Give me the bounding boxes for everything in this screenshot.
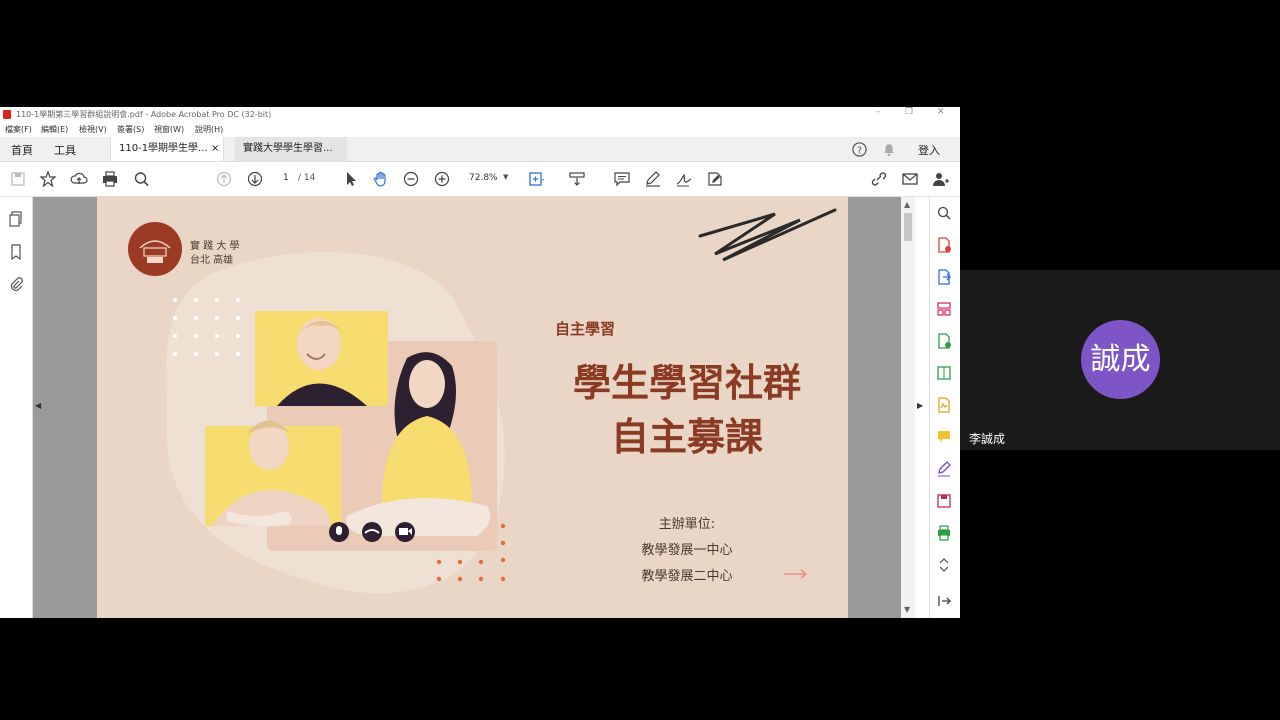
combine-files-icon[interactable] <box>936 333 952 349</box>
scribble-decoration <box>698 208 837 262</box>
share-user-icon[interactable] <box>932 171 950 187</box>
export-pdf-icon[interactable] <box>936 269 952 285</box>
next-page-icon[interactable] <box>246 171 264 187</box>
slide-subtitle: 自主學習 <box>555 320 616 338</box>
protect-icon[interactable] <box>936 493 952 509</box>
zoom-dropdown-icon[interactable]: ▼ <box>503 173 508 181</box>
request-signature-icon[interactable] <box>936 397 952 413</box>
help-icon[interactable]: ? <box>852 142 867 157</box>
sign-icon[interactable] <box>675 171 693 187</box>
more-tools-icon[interactable] <box>936 557 952 573</box>
menu-edit[interactable]: 編輯(E) <box>41 124 68 135</box>
tab-home[interactable]: 首頁 <box>11 142 33 158</box>
organize-pages-icon[interactable] <box>936 301 952 317</box>
slide-title-line-2: 自主募課 <box>610 415 763 459</box>
menu-file[interactable]: 檔案(F) <box>5 124 32 135</box>
menu-view[interactable]: 檢視(V) <box>79 124 107 135</box>
zoom-search-icon[interactable] <box>133 171 151 187</box>
zoom-out-icon[interactable] <box>402 171 420 187</box>
pdf-page-slide: 實 踐 大 學 台北 高雄 自主學習 學生學習社群 自主募課 主辦單位: 教學發… <box>97 196 848 618</box>
logo-line-1: 實 踐 大 學 <box>190 241 240 252</box>
participant-avatar: 誠成 <box>1081 320 1160 399</box>
star-icon[interactable] <box>39 170 57 188</box>
participant-video-tile[interactable]: 誠成 李誠成 <box>960 270 1280 450</box>
doc-tab-label: 110-1學期學生學... <box>119 143 208 154</box>
create-pdf-icon[interactable] <box>936 237 952 253</box>
doc-tab-2[interactable]: 實踐大學學生學習... <box>235 137 347 161</box>
menu-bar: 檔案(F) 編輯(E) 檢視(V) 簽署(S) 視窗(W) 說明(H) <box>0 123 960 137</box>
page-total: / 14 <box>298 173 316 183</box>
page-number-input[interactable]: 1 <box>283 173 289 183</box>
university-logo <box>128 222 182 276</box>
doc-tab-active[interactable]: 110-1學期學生學... × <box>110 137 224 161</box>
print-icon[interactable] <box>101 171 119 187</box>
orange-dots-decoration <box>436 523 506 582</box>
save-icon[interactable] <box>9 171 27 187</box>
video-call-illustration <box>205 311 497 551</box>
zoom-in-icon[interactable] <box>433 171 451 187</box>
bell-icon[interactable] <box>882 142 896 157</box>
attachment-icon[interactable] <box>8 276 24 292</box>
scroll-up-arrow[interactable]: ▲ <box>904 200 910 209</box>
fill-sign-icon[interactable] <box>936 461 952 477</box>
close-tab-icon[interactable]: × <box>211 137 219 161</box>
scroll-mode-icon[interactable] <box>568 171 586 187</box>
menu-sign[interactable]: 簽署(S) <box>117 124 144 135</box>
logo-line-2: 台北 高雄 <box>190 255 234 266</box>
minimize-button[interactable]: – <box>876 107 881 117</box>
bookmark-icon[interactable] <box>8 244 24 260</box>
doc-tab-label: 實踐大學學生學習... <box>243 143 333 154</box>
collapse-left-icon[interactable]: ◀ <box>35 401 41 410</box>
zoom-level[interactable]: 72.8% <box>469 173 498 183</box>
restore-button[interactable]: ❐ <box>905 107 913 117</box>
collapse-right-icon[interactable]: ▶ <box>917 401 923 410</box>
arrow-right-icon <box>784 569 808 579</box>
scroll-thumb[interactable] <box>904 213 912 241</box>
participant-name: 李誠成 <box>969 432 1006 446</box>
navigation-panel <box>0 197 33 618</box>
hand-tool-icon[interactable] <box>372 171 390 187</box>
slide-title-line-1: 學生學習社群 <box>572 361 801 405</box>
title-bar: 110-1學期第三學習群組說明會.pdf - Adobe Acrobat Pro… <box>0 107 960 122</box>
right-tools-panel <box>929 197 960 618</box>
vertical-scrollbar[interactable]: ▲ ▼ <box>901 197 915 618</box>
edit-pdf-icon[interactable] <box>706 171 724 187</box>
signin-link[interactable]: 登入 <box>918 142 940 158</box>
highlight-pen-icon[interactable] <box>644 171 662 187</box>
close-window-button[interactable]: ✕ <box>937 107 945 117</box>
prev-page-icon[interactable] <box>215 171 233 187</box>
email-icon[interactable] <box>901 171 919 187</box>
scroll-down-arrow[interactable]: ▼ <box>904 605 910 614</box>
tabs-bar: 首頁 工具 110-1學期學生學... × 實踐大學學生學習... ? 登入 <box>0 137 960 162</box>
comment-icon[interactable] <box>613 171 631 187</box>
window-title: 110-1學期第三學習群組說明會.pdf - Adobe Acrobat Pro… <box>16 110 272 119</box>
pdf-app-icon <box>3 110 11 119</box>
tab-tools[interactable]: 工具 <box>54 142 76 158</box>
comment-tool-icon[interactable] <box>936 429 952 445</box>
menu-help[interactable]: 說明(H) <box>195 124 223 135</box>
page-thumbnails-icon[interactable] <box>8 211 24 227</box>
main-toolbar: 1 / 14 72.8% ▼ <box>0 162 960 197</box>
collapse-panel-icon[interactable] <box>936 593 952 609</box>
print-production-icon[interactable] <box>936 525 952 541</box>
select-cursor-icon[interactable] <box>341 171 359 187</box>
slide-title: 學生學習社群 自主募課 <box>537 356 837 464</box>
organizer-block: 主辦單位: 教學發展一中心 教學發展二中心 <box>607 512 767 590</box>
organizer-1: 教學發展一中心 <box>641 543 733 558</box>
organizer-2: 教學發展二中心 <box>641 569 733 584</box>
organizer-label: 主辦單位: <box>658 517 716 532</box>
fit-page-icon[interactable] <box>528 171 546 187</box>
link-icon[interactable] <box>870 171 888 187</box>
find-icon[interactable] <box>936 205 952 221</box>
menu-window[interactable]: 視窗(W) <box>154 124 184 135</box>
svg-text:?: ? <box>857 145 862 156</box>
cloud-upload-icon[interactable] <box>70 171 88 187</box>
edit-pages-icon[interactable] <box>936 365 952 381</box>
